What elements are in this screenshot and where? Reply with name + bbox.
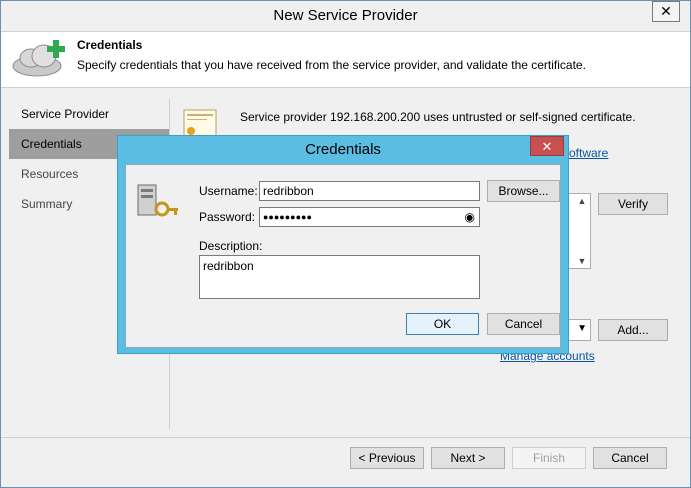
server-key-icon <box>137 184 178 217</box>
chevron-down-icon: ▼ <box>577 323 587 334</box>
description-label: Description: <box>199 239 263 253</box>
certificate-message: Service provider 192.168.200.200 uses un… <box>240 110 636 124</box>
description-textarea[interactable]: redribbon <box>199 255 480 299</box>
verify-button[interactable]: Verify <box>598 193 668 215</box>
dialog-cancel-button[interactable]: Cancel <box>487 313 560 335</box>
scroll-up-icon[interactable]: ▲ <box>576 196 588 206</box>
sidebar-item-service-provider[interactable]: Service Provider <box>9 99 169 129</box>
page-title: Credentials <box>77 38 143 52</box>
page-description: Specify credentials that you have receiv… <box>77 58 586 72</box>
wizard-header: Credentials Specify credentials that you… <box>1 31 690 88</box>
show-password-icon[interactable]: ◉ <box>465 208 475 226</box>
window-close-icon[interactable]: ✕ <box>652 1 680 22</box>
dialog-body: Username: redribbon Browse... Password: … <box>125 164 561 348</box>
title-bar: New Service Provider ✕ <box>1 1 690 31</box>
previous-button[interactable]: < Previous <box>350 447 424 469</box>
ok-button[interactable]: OK <box>406 313 479 335</box>
password-mask: ●●●●●●●●● <box>263 212 312 222</box>
scroll-down-icon[interactable]: ▼ <box>576 256 588 266</box>
username-label: Username: <box>199 184 258 198</box>
next-button[interactable]: Next > <box>431 447 505 469</box>
add-account-button[interactable]: Add... <box>598 319 668 341</box>
dialog-title: Credentials <box>305 141 381 158</box>
credentials-dialog: Credentials ✕ Username: redribbon Browse… <box>117 135 569 354</box>
username-input[interactable]: redribbon <box>259 181 480 201</box>
footer-divider <box>1 437 690 438</box>
certificate-link[interactable]: oftware <box>569 146 608 160</box>
cloud-add-icon <box>12 40 65 77</box>
browse-button[interactable]: Browse... <box>487 180 560 202</box>
dialog-close-icon[interactable]: ✕ <box>530 136 564 156</box>
password-label: Password: <box>199 210 256 224</box>
cancel-button[interactable]: Cancel <box>593 447 667 469</box>
finish-button: Finish <box>512 447 586 469</box>
password-input[interactable]: ●●●●●●●●● ◉ <box>259 207 480 227</box>
window-title: New Service Provider <box>273 7 418 24</box>
